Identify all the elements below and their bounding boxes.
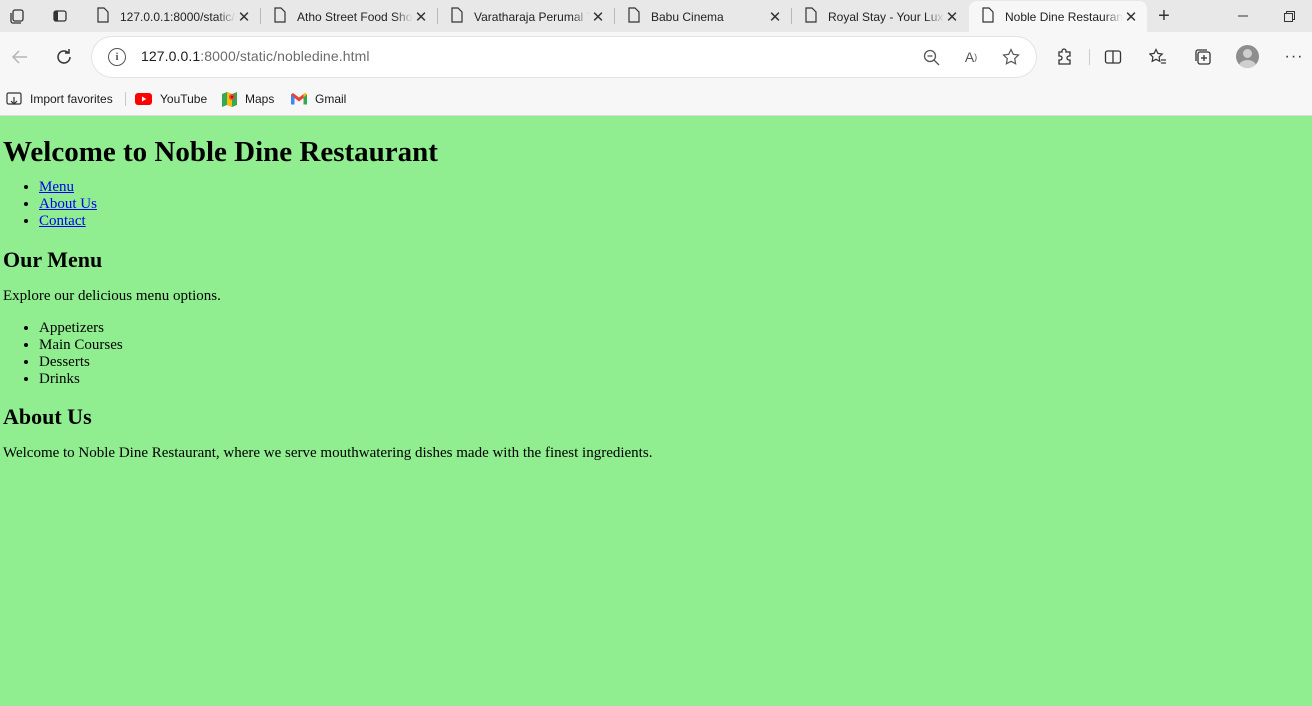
menu-item: Drinks <box>39 371 1309 388</box>
tab-atho-street-food[interactable]: Atho Street Food Shop ✕ <box>261 1 437 32</box>
page-icon <box>273 7 287 26</box>
nav-item-about: About Us <box>39 196 1309 213</box>
favorites-icon[interactable] <box>1143 42 1173 72</box>
close-icon[interactable]: ✕ <box>1123 8 1139 26</box>
bookmark-label: Maps <box>245 92 275 106</box>
tab-royal-stay[interactable]: Royal Stay - Your Luxury ✕ <box>792 1 968 32</box>
tab-title: Babu Cinema <box>651 9 724 24</box>
close-icon[interactable]: ✕ <box>413 8 429 26</box>
about-text: Welcome to Noble Dine Restaurant, where … <box>3 445 653 461</box>
browser-toolbar: i 127.0.0.1:8000/static/nobledine.html A… <box>0 32 1312 82</box>
nav-item-contact: Contact <box>39 213 1309 230</box>
menu-list: Appetizers Main Courses Desserts Drinks <box>3 320 1309 388</box>
menu-intro: Explore our delicious menu options. <box>3 288 221 304</box>
tab-title: Noble Dine Restaurant <box>1005 9 1123 24</box>
page-icon <box>804 7 818 26</box>
maps-icon <box>222 91 237 107</box>
page-icon <box>981 7 995 26</box>
menu-item: Desserts <box>39 354 1309 371</box>
new-tab-icon[interactable]: + <box>1150 4 1178 28</box>
bookmark-gmail[interactable]: Gmail <box>291 89 346 109</box>
tab-actions-icon[interactable] <box>46 4 74 28</box>
collections-icon[interactable] <box>1188 42 1218 72</box>
tab-title: 127.0.0.1:8000/static/ <box>120 9 235 24</box>
bookmark-maps[interactable]: Maps <box>222 89 274 109</box>
extensions-icon[interactable] <box>1050 42 1080 72</box>
bookmarks-bar: Import favorites YouTube Maps Gmail <box>0 82 1312 116</box>
youtube-icon <box>135 93 152 105</box>
favorite-star-icon[interactable] <box>999 45 1023 69</box>
tab-noble-dine[interactable]: Noble Dine Restaurant ✕ <box>969 1 1147 32</box>
page-title: Welcome to Noble Dine Restaurant <box>3 136 438 168</box>
refresh-icon[interactable] <box>49 42 79 72</box>
split-screen-icon[interactable] <box>1098 42 1128 72</box>
close-icon[interactable]: ✕ <box>236 8 252 26</box>
bookmark-import-favorites[interactable]: Import favorites <box>6 89 113 109</box>
more-options-icon[interactable]: ··· <box>1279 42 1309 72</box>
restore-icon[interactable] <box>1266 0 1312 32</box>
toolbar-separator <box>1089 49 1090 65</box>
close-icon[interactable]: ✕ <box>767 8 783 26</box>
tab-strip: 127.0.0.1:8000/static/ ✕ Atho Street Foo… <box>0 0 1312 32</box>
site-nav: Menu About Us Contact <box>3 179 1309 230</box>
address-url[interactable]: 127.0.0.1:8000/static/nobledine.html <box>141 48 370 64</box>
import-icon <box>6 91 22 107</box>
profile-avatar[interactable] <box>1236 45 1259 68</box>
back-icon[interactable] <box>5 42 35 72</box>
bookmark-separator <box>125 92 126 106</box>
bookmark-label: Gmail <box>315 92 347 106</box>
page-icon <box>450 7 464 26</box>
tab-title: Varatharaja Perumal Temple <box>474 9 590 24</box>
site-info-icon[interactable]: i <box>108 48 126 66</box>
read-aloud-icon[interactable]: A) <box>959 45 983 69</box>
nav-link-menu[interactable]: Menu <box>39 179 74 195</box>
close-icon[interactable]: ✕ <box>944 8 960 26</box>
nav-link-contact[interactable]: Contact <box>39 213 86 229</box>
bookmark-youtube[interactable]: YouTube <box>135 89 207 109</box>
zoom-out-icon[interactable] <box>919 45 943 69</box>
workspaces-icon[interactable] <box>4 4 32 28</box>
page-icon <box>627 7 641 26</box>
bookmark-label: Import favorites <box>30 92 113 106</box>
minimize-icon[interactable] <box>1220 0 1266 32</box>
about-heading: About Us <box>3 404 92 429</box>
url-host: 127.0.0.1 <box>141 48 201 64</box>
tab-title: Atho Street Food Shop <box>297 9 413 24</box>
close-icon[interactable]: ✕ <box>590 8 606 26</box>
tab-varatharaja-perumal[interactable]: Varatharaja Perumal Temple ✕ <box>438 1 614 32</box>
menu-item: Main Courses <box>39 337 1309 354</box>
menu-heading: Our Menu <box>3 247 103 272</box>
bookmark-label: YouTube <box>160 92 208 106</box>
page-content: Welcome to Noble Dine Restaurant Menu Ab… <box>0 116 1312 706</box>
address-bar[interactable]: i 127.0.0.1:8000/static/nobledine.html A… <box>92 37 1036 77</box>
tab-title: Royal Stay - Your Luxury <box>828 9 944 24</box>
tab-localhost[interactable]: 127.0.0.1:8000/static/ ✕ <box>84 1 260 32</box>
url-path: :8000/static/nobledine.html <box>200 48 370 64</box>
menu-item: Appetizers <box>39 320 1309 337</box>
tab-babu-cinema[interactable]: Babu Cinema ✕ <box>615 1 791 32</box>
nav-item-menu: Menu <box>39 179 1309 196</box>
nav-link-about[interactable]: About Us <box>39 196 97 212</box>
page-icon <box>96 7 110 26</box>
gmail-icon <box>291 93 307 105</box>
